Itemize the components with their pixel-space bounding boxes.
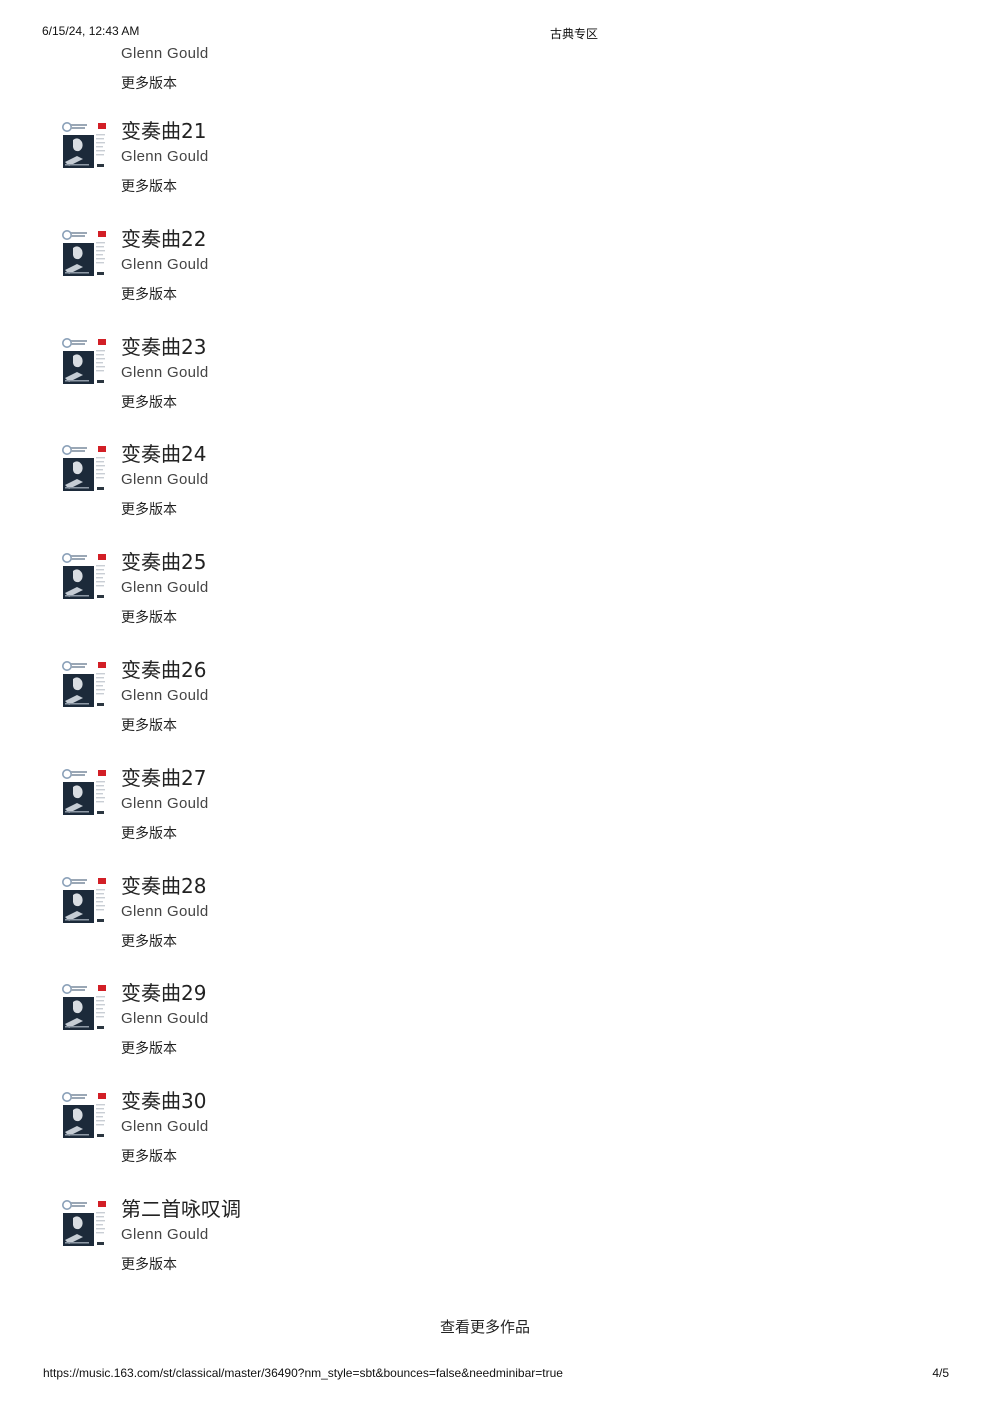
more-versions-link[interactable]: 更多版本 — [121, 932, 209, 952]
album-cover-icon[interactable] — [61, 229, 107, 278]
track-row[interactable]: 第二首咏叹调 Glenn Gould 更多版本 — [0, 1192, 992, 1300]
track-title[interactable]: 变奏曲28 — [121, 871, 209, 901]
track-artist[interactable]: Glenn Gould — [121, 470, 209, 490]
track-title[interactable]: 变奏曲27 — [121, 763, 209, 793]
track-title[interactable]: 变奏曲22 — [121, 224, 209, 254]
track-row[interactable]: 变奏曲21 Glenn Gould 更多版本 — [0, 114, 992, 222]
track-row[interactable]: 变奏曲27 Glenn Gould 更多版本 — [0, 761, 992, 869]
track-info: 第二首咏叹调 Glenn Gould 更多版本 — [121, 1194, 241, 1275]
view-more-label[interactable]: 查看更多作品 — [440, 1318, 530, 1336]
track-artist[interactable]: Glenn Gould — [121, 1009, 209, 1029]
album-cover-icon[interactable] — [61, 553, 107, 602]
album-cover-icon[interactable] — [61, 1092, 107, 1141]
track-info: 变奏曲24 Glenn Gould 更多版本 — [121, 439, 209, 520]
more-versions-link[interactable]: 更多版本 — [121, 716, 209, 736]
track-title[interactable]: 变奏曲29 — [121, 978, 209, 1008]
partial-track-item: Glenn Gould 更多版本 — [121, 44, 209, 94]
print-page-number: 4/5 — [932, 1366, 949, 1380]
track-info: 变奏曲22 Glenn Gould 更多版本 — [121, 224, 209, 305]
track-row[interactable]: 变奏曲22 Glenn Gould 更多版本 — [0, 222, 992, 330]
track-artist[interactable]: Glenn Gould — [121, 1225, 241, 1245]
print-page-title: 古典专区 — [550, 27, 599, 41]
track-artist[interactable]: Glenn Gould — [121, 255, 209, 275]
more-versions-link[interactable]: 更多版本 — [121, 824, 209, 844]
track-artist[interactable]: Glenn Gould — [121, 147, 209, 167]
track-title[interactable]: 变奏曲21 — [121, 116, 209, 146]
track-row[interactable]: 变奏曲24 Glenn Gould 更多版本 — [0, 437, 992, 545]
album-cover-icon[interactable] — [61, 660, 107, 709]
track-artist[interactable]: Glenn Gould — [121, 686, 209, 706]
track-title[interactable]: 变奏曲25 — [121, 547, 209, 577]
track-row[interactable]: 变奏曲29 Glenn Gould 更多版本 — [0, 976, 992, 1084]
track-info: 变奏曲28 Glenn Gould 更多版本 — [121, 871, 209, 952]
track-row[interactable]: 变奏曲30 Glenn Gould 更多版本 — [0, 1084, 992, 1192]
album-cover-icon[interactable] — [61, 876, 107, 925]
track-title[interactable]: 第二首咏叹调 — [121, 1194, 241, 1224]
track-title[interactable]: 变奏曲30 — [121, 1086, 209, 1116]
track-title[interactable]: 变奏曲24 — [121, 439, 209, 469]
view-more-works-link[interactable]: 查看更多作品 — [0, 1316, 992, 1337]
track-info: 变奏曲25 Glenn Gould 更多版本 — [121, 547, 209, 628]
track-artist[interactable]: Glenn Gould — [121, 44, 209, 64]
track-row[interactable]: 变奏曲23 Glenn Gould 更多版本 — [0, 330, 992, 438]
more-versions-link[interactable]: 更多版本 — [121, 500, 209, 520]
track-title[interactable]: 变奏曲26 — [121, 655, 209, 685]
album-cover-icon[interactable] — [61, 1199, 107, 1248]
more-versions-link[interactable]: 更多版本 — [121, 1147, 209, 1167]
track-row[interactable]: 变奏曲26 Glenn Gould 更多版本 — [0, 653, 992, 761]
track-info: 变奏曲23 Glenn Gould 更多版本 — [121, 332, 209, 413]
more-versions-link[interactable]: 更多版本 — [121, 393, 209, 413]
track-row[interactable]: 变奏曲25 Glenn Gould 更多版本 — [0, 545, 992, 653]
track-info: 变奏曲26 Glenn Gould 更多版本 — [121, 655, 209, 736]
print-datetime: 6/15/24, 12:43 AM — [42, 24, 140, 38]
track-info: 变奏曲29 Glenn Gould 更多版本 — [121, 978, 209, 1059]
track-artist[interactable]: Glenn Gould — [121, 902, 209, 922]
print-url: https://music.163.com/st/classical/maste… — [43, 1366, 563, 1380]
album-cover-icon[interactable] — [61, 337, 107, 386]
track-artist[interactable]: Glenn Gould — [121, 1117, 209, 1137]
more-versions-link[interactable]: 更多版本 — [121, 285, 209, 305]
more-versions-link[interactable]: 更多版本 — [121, 1255, 241, 1275]
more-versions-link[interactable]: 更多版本 — [121, 1039, 209, 1059]
more-versions-link[interactable]: 更多版本 — [121, 177, 209, 197]
track-title[interactable]: 变奏曲23 — [121, 332, 209, 362]
track-list: 变奏曲21 Glenn Gould 更多版本 变奏曲22 Glenn Gould 更多版… — [0, 114, 992, 1300]
track-info: 变奏曲21 Glenn Gould 更多版本 — [121, 116, 209, 197]
album-cover-icon[interactable] — [61, 445, 107, 494]
album-cover-icon[interactable] — [61, 768, 107, 817]
print-header: 6/15/24, 12:43 AM 古典专区 — [0, 24, 992, 42]
track-row[interactable]: 变奏曲28 Glenn Gould 更多版本 — [0, 869, 992, 977]
track-info: 变奏曲27 Glenn Gould 更多版本 — [121, 763, 209, 844]
more-versions-link[interactable]: 更多版本 — [121, 74, 209, 94]
track-artist[interactable]: Glenn Gould — [121, 363, 209, 383]
album-cover-icon[interactable] — [61, 122, 107, 170]
album-cover-icon[interactable] — [61, 984, 107, 1033]
track-artist[interactable]: Glenn Gould — [121, 578, 209, 598]
track-artist[interactable]: Glenn Gould — [121, 794, 209, 814]
more-versions-link[interactable]: 更多版本 — [121, 608, 209, 628]
track-info: 变奏曲30 Glenn Gould 更多版本 — [121, 1086, 209, 1167]
